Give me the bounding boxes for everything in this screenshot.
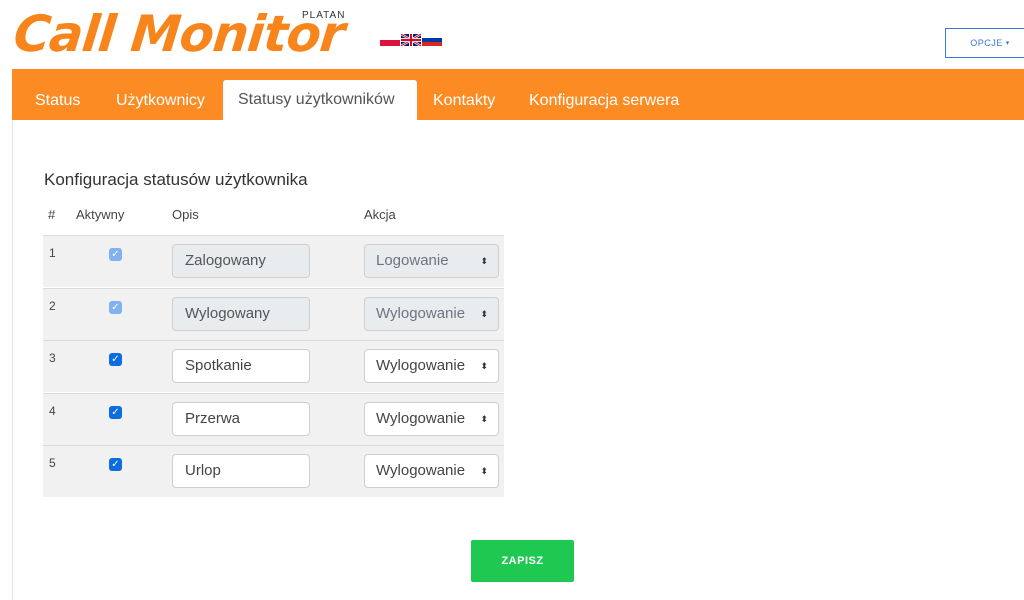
row-number: 5 (49, 456, 56, 470)
select-arrows-icon: ⬍ (480, 466, 488, 476)
row-number: 2 (49, 299, 56, 313)
action-select[interactable]: Wylogowanie ⬍ (364, 402, 499, 436)
column-header-description: Opis (172, 207, 199, 222)
active-checkbox[interactable]: ✓ (109, 353, 122, 366)
column-header-action: Akcja (364, 207, 396, 222)
tab-user-statuses[interactable]: Statusy użytkowników (223, 80, 417, 120)
select-arrows-icon: ⬍ (480, 309, 488, 319)
flag-pl-icon[interactable] (380, 34, 400, 46)
active-checkbox: ✓ (109, 301, 122, 314)
table-row: 2 ✓ Wylogowany Wylogowanie ⬍ (43, 288, 504, 340)
save-button[interactable]: ZAPISZ (471, 540, 574, 582)
action-select: Logowanie ⬍ (364, 244, 499, 278)
action-select[interactable]: Wylogowanie ⬍ (364, 454, 499, 488)
row-number: 3 (49, 351, 56, 365)
action-select-value: Wylogowanie (376, 357, 466, 374)
row-number: 4 (49, 404, 56, 418)
table-row: 3 ✓ Spotkanie Wylogowanie ⬍ (43, 340, 504, 392)
select-arrows-icon: ⬍ (480, 256, 488, 266)
content-border (12, 120, 13, 600)
language-flags (380, 34, 442, 46)
description-input[interactable]: Urlop (172, 454, 310, 488)
logo-text: Call Monitor (10, 5, 347, 63)
logo-subtitle: PLATAN (302, 10, 346, 21)
description-input[interactable]: Spotkanie (172, 349, 310, 383)
flag-uk-icon[interactable] (401, 34, 421, 46)
select-arrows-icon: ⬍ (480, 414, 488, 424)
page-title: Konfiguracja statusów użytkownika (44, 170, 308, 189)
action-select-value: Logowanie (376, 252, 449, 269)
action-select: Wylogowanie ⬍ (364, 297, 499, 331)
column-header-number: # (48, 207, 56, 222)
active-checkbox[interactable]: ✓ (109, 406, 122, 419)
app-logo: Call Monitor PLATAN (10, 5, 374, 63)
description-input: Zalogowany (172, 244, 310, 278)
column-header-active: Aktywny (76, 207, 125, 222)
description-input: Wylogowany (172, 297, 310, 331)
action-select[interactable]: Wylogowanie ⬍ (364, 349, 499, 383)
tab-users[interactable]: Użytkownicy (116, 81, 205, 120)
table-row: 1 ✓ Zalogowany Logowanie ⬍ (43, 235, 504, 287)
options-label: OPCJE (970, 38, 1003, 48)
select-arrows-icon: ⬍ (480, 361, 488, 371)
table-row: 4 ✓ Przerwa Wylogowanie ⬍ (43, 393, 504, 445)
active-checkbox: ✓ (109, 248, 122, 261)
tab-contacts[interactable]: Kontakty (433, 81, 495, 120)
action-select-value: Wylogowanie (376, 305, 466, 322)
table-row: 5 ✓ Urlop Wylogowanie ⬍ (43, 445, 504, 497)
active-checkbox[interactable]: ✓ (109, 458, 122, 471)
action-select-value: Wylogowanie (376, 410, 466, 427)
action-select-value: Wylogowanie (376, 462, 466, 479)
tab-server-config[interactable]: Konfiguracja serwera (529, 81, 679, 120)
flag-ru-icon[interactable] (422, 34, 442, 46)
main-nav: Status Użytkownicy Statusy użytkowników … (12, 69, 1024, 120)
tab-status[interactable]: Status (35, 81, 80, 120)
description-input[interactable]: Przerwa (172, 402, 310, 436)
chevron-down-icon: ▾ (1005, 39, 1010, 47)
options-dropdown-button[interactable]: OPCJE ▾ (945, 28, 1024, 58)
row-number: 1 (49, 246, 56, 260)
